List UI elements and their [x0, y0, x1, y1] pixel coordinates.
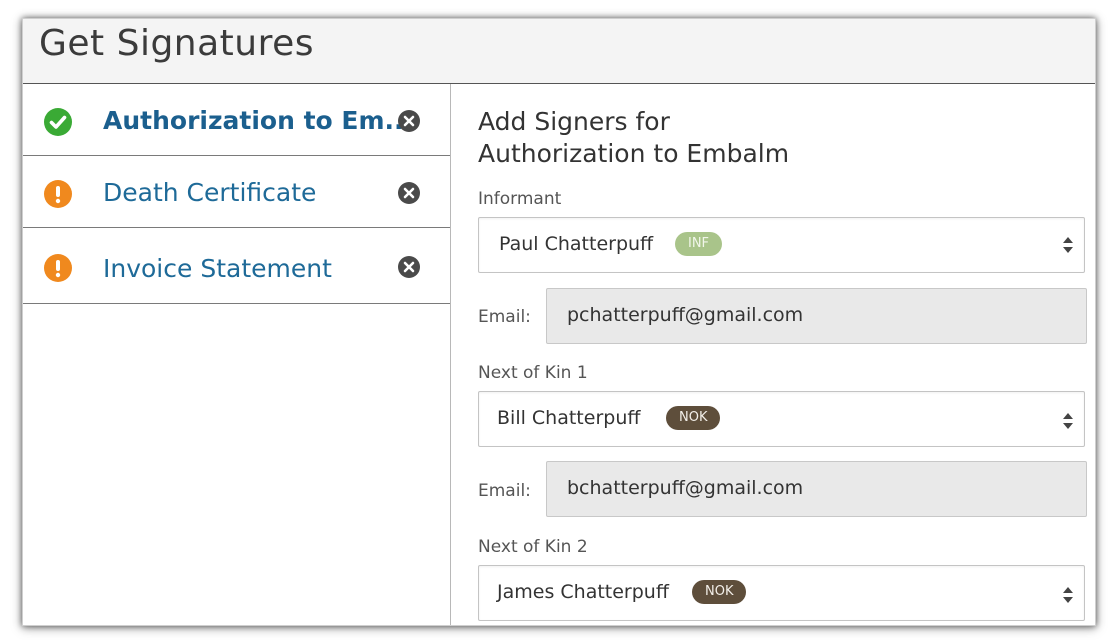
nok-badge: NOK	[666, 406, 721, 430]
informant-select[interactable]: Paul Chatterpuff INF	[478, 217, 1085, 273]
email-value: bchatterpuff@gmail.com	[567, 477, 804, 499]
email-label: Email:	[478, 481, 531, 501]
informant-label: Informant	[478, 189, 562, 209]
next-of-kin-1-label: Next of Kin 1	[478, 363, 588, 383]
heading-line-2: Authorization to Embalm	[478, 139, 790, 168]
panel-heading: Add Signers for Authorization to Embalm	[478, 106, 789, 170]
get-signatures-dialog: Get Signatures Authorization to Em... De…	[22, 18, 1096, 626]
nok-badge: NOK	[692, 580, 747, 604]
exclamation-circle-icon	[44, 254, 72, 282]
document-item-authorization[interactable]: Authorization to Em...	[23, 84, 450, 156]
next-of-kin-1-email-field[interactable]: bchatterpuff@gmail.com	[546, 461, 1087, 517]
next-of-kin-1-select[interactable]: Bill Chatterpuff NOK	[478, 391, 1085, 447]
email-label: Email:	[478, 307, 531, 327]
select-arrows-icon	[1062, 411, 1074, 431]
selected-signer-name: James Chatterpuff	[497, 581, 669, 603]
next-of-kin-2-select[interactable]: James Chatterpuff NOK	[478, 565, 1085, 621]
document-label: Death Certificate	[103, 178, 317, 207]
selected-signer-name: Bill Chatterpuff	[497, 407, 641, 429]
check-circle-icon	[44, 108, 72, 136]
selected-signer-name: Paul Chatterpuff	[499, 233, 654, 255]
select-arrows-icon	[1062, 585, 1074, 605]
email-value: pchatterpuff@gmail.com	[567, 304, 804, 326]
inf-badge: INF	[675, 232, 723, 256]
document-list: Authorization to Em... Death Certificate	[23, 84, 451, 625]
heading-line-1: Add Signers for	[478, 107, 670, 136]
document-label: Invoice Statement	[103, 254, 332, 283]
document-item-invoice-statement[interactable]: Invoice Statement	[23, 228, 450, 304]
informant-email-field[interactable]: pchatterpuff@gmail.com	[546, 288, 1087, 344]
remove-document-icon[interactable]	[397, 109, 421, 133]
remove-document-icon[interactable]	[397, 255, 421, 279]
select-arrows-icon	[1062, 235, 1074, 255]
remove-document-icon[interactable]	[397, 181, 421, 205]
page-title: Get Signatures	[39, 23, 315, 64]
signers-panel: Add Signers for Authorization to Embalm …	[451, 84, 1095, 625]
dialog-header: Get Signatures	[23, 19, 1095, 84]
document-label: Authorization to Em...	[103, 106, 414, 135]
document-item-death-certificate[interactable]: Death Certificate	[23, 156, 450, 228]
exclamation-circle-icon	[44, 180, 72, 208]
next-of-kin-2-label: Next of Kin 2	[478, 537, 588, 557]
